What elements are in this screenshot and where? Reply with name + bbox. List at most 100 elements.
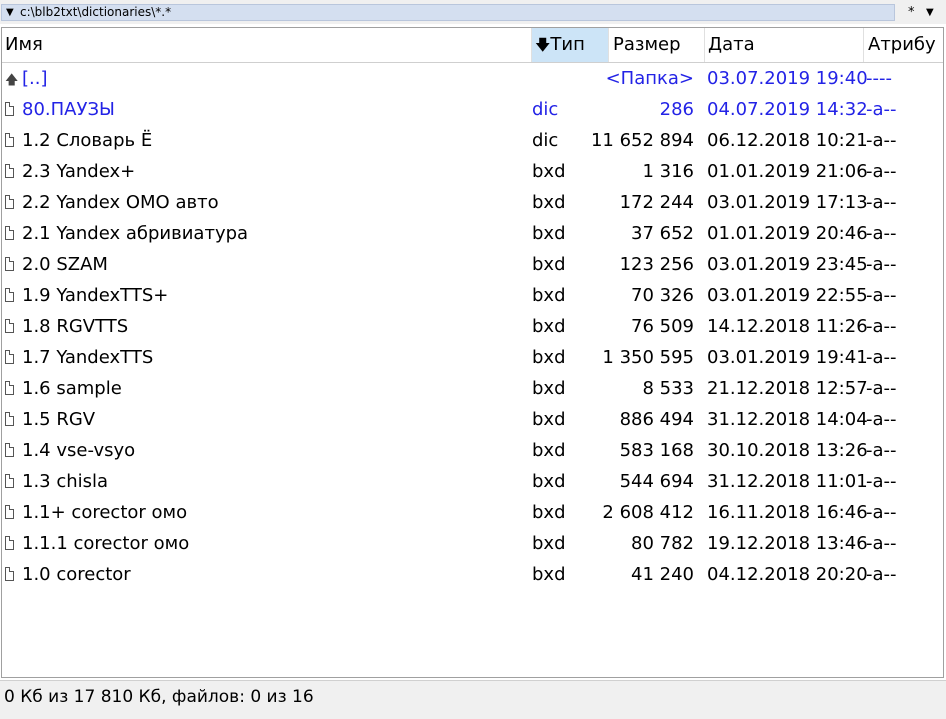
file-row[interactable]: 2.1 Yandex абривиатура bxd 37 652 01.01.201… bbox=[2, 218, 943, 249]
file-name: 1.1.1 corector омо bbox=[22, 533, 190, 554]
column-header-type[interactable]: 🡇Тип bbox=[532, 28, 609, 62]
file-attr: -a-- bbox=[866, 192, 897, 213]
path-field[interactable]: ▼ c:\blb2txt\dictionaries\*.* bbox=[1, 4, 895, 21]
file-type: bxd bbox=[532, 316, 566, 337]
up-folder-icon: 🡅 bbox=[5, 73, 19, 88]
file-date: 01.01.2019 20:46 bbox=[707, 223, 868, 244]
file-attr: -a-- bbox=[866, 564, 897, 585]
file-size: 1 316 bbox=[642, 161, 694, 182]
column-header-size[interactable]: Размер bbox=[609, 28, 705, 62]
filter-dropdown[interactable]: * ▼ bbox=[898, 4, 946, 21]
file-row[interactable]: 2.3 Yandex+ bxd 1 316 01.01.2019 21:06 -a-- bbox=[2, 156, 943, 187]
file-row[interactable]: 2.0 SZAM bxd 123 256 03.01.2019 23:45 -a-- bbox=[2, 249, 943, 280]
column-header-date[interactable]: Дата bbox=[705, 28, 864, 62]
file-date: 21.12.2018 12:57 bbox=[707, 378, 868, 399]
file-type: bxd bbox=[532, 440, 566, 461]
file-type: bxd bbox=[532, 471, 566, 492]
file-type: bxd bbox=[532, 409, 566, 430]
file-row[interactable]: 1.8 RGVTTS bxd 76 509 14.12.2018 11:26 -a-- bbox=[2, 311, 943, 342]
status-text: 0 Кб из 17 810 Кб, файлов: 0 из 16 bbox=[4, 687, 314, 707]
file-date: 14.12.2018 11:26 bbox=[707, 316, 868, 337]
file-name: 1.3 chisla bbox=[22, 471, 109, 492]
arrow-down-icon: 🡇 bbox=[535, 36, 551, 54]
file-name: 2.2 Yandex OMO авто bbox=[22, 192, 219, 213]
file-icon bbox=[5, 342, 19, 373]
file-name: 2.0 SZAM bbox=[22, 254, 108, 275]
file-icon bbox=[5, 404, 19, 435]
file-row[interactable]: 1.9 YandexTTS+ bxd 70 326 03.01.2019 22:55-… bbox=[2, 280, 943, 311]
file-size: 11 652 894 bbox=[590, 130, 694, 151]
file-attr: -a-- bbox=[866, 316, 897, 337]
file-type: bxd bbox=[532, 502, 566, 523]
file-date: 31.12.2018 11:01 bbox=[707, 471, 868, 492]
file-row[interactable]: 1.1+ corector омо bxd 2 608 412 16.11.2018 … bbox=[2, 497, 943, 528]
file-date: 19.12.2018 13:46 bbox=[707, 533, 868, 554]
file-name: 2.3 Yandex+ bbox=[22, 161, 136, 182]
triangle-down-icon[interactable]: ▼ bbox=[926, 4, 934, 21]
file-name: 1.0 corector bbox=[22, 564, 131, 585]
file-type: bxd bbox=[532, 192, 566, 213]
filter-value: * bbox=[908, 5, 915, 20]
file-attr: -a-- bbox=[866, 130, 897, 151]
file-attr: -a-- bbox=[866, 161, 897, 182]
file-name: 1.9 YandexTTS+ bbox=[22, 285, 169, 306]
file-type: bxd bbox=[532, 223, 566, 244]
file-row[interactable]: 1.7 YandexTTS bxd 1 350 595 03.01.2019 19:4… bbox=[2, 342, 943, 373]
file-icon bbox=[5, 466, 19, 497]
file-row[interactable]: 1.3 chisla bxd 544 694 31.12.2018 11:01 -a-- bbox=[2, 466, 943, 497]
file-row[interactable]: 1.5 RGV bxd 886 494 31.12.2018 14:04 -a-- bbox=[2, 404, 943, 435]
file-icon bbox=[5, 187, 19, 218]
file-size: 172 244 bbox=[619, 192, 694, 213]
file-row[interactable]: 1.1.1 corector омо bxd 80 782 19.12.2018 13… bbox=[2, 528, 943, 559]
file-icon bbox=[5, 125, 19, 156]
file-size: 286 bbox=[659, 99, 694, 120]
file-size: 2 608 412 bbox=[602, 502, 694, 523]
file-name: 2.1 Yandex абривиатура bbox=[22, 223, 249, 244]
file-row[interactable]: 2.2 Yandex OMO авто bxd 172 244 03.01.2019 … bbox=[2, 187, 943, 218]
file-date: 06.12.2018 10:21 bbox=[707, 130, 868, 151]
file-attr: ---- bbox=[866, 68, 892, 89]
status-bar: 0 Кб из 17 810 Кб, файлов: 0 из 16 bbox=[0, 680, 946, 719]
file-name: 80.ПАУЗЫ bbox=[22, 99, 115, 120]
triangle-down-icon[interactable]: ▼ bbox=[6, 5, 14, 20]
file-icon bbox=[5, 497, 19, 528]
file-row[interactable]: 1.4 vse-vsyo bxd 583 168 30.10.2018 13:26 -a… bbox=[2, 435, 943, 466]
file-name: 1.7 YandexTTS bbox=[22, 347, 154, 368]
file-size: <Папка> bbox=[605, 68, 694, 89]
file-size: 41 240 bbox=[631, 564, 694, 585]
file-list: 🡅 [..] <Папка> 03.07.2019 19:40 ---- 80.ПАУЗЫ… bbox=[2, 63, 943, 590]
file-row[interactable]: 1.0 corector bxd 41 240 04.12.2018 20:20 -a-… bbox=[2, 559, 943, 590]
file-icon bbox=[5, 559, 19, 590]
column-header-name[interactable]: Имя bbox=[2, 28, 532, 62]
file-icon bbox=[5, 156, 19, 187]
file-attr: -a-- bbox=[866, 409, 897, 430]
file-attr: -a-- bbox=[866, 347, 897, 368]
file-icon bbox=[5, 528, 19, 559]
file-icon bbox=[5, 311, 19, 342]
file-name: 1.4 vse-vsyo bbox=[22, 440, 136, 461]
file-row[interactable]: 1.2 Словарь Ё dic 11 652 894 06.12.2018 10:… bbox=[2, 125, 943, 156]
file-attr: -a-- bbox=[866, 223, 897, 244]
file-date: 04.07.2019 14:32 bbox=[707, 99, 868, 120]
file-type: dic bbox=[532, 99, 559, 120]
column-header-attr[interactable]: Атрибу bbox=[864, 28, 943, 62]
file-row[interactable]: 1.6 sample bxd 8 533 21.12.2018 12:57 -a-- bbox=[2, 373, 943, 404]
parent-dir-row[interactable]: 🡅 [..] <Папка> 03.07.2019 19:40 ---- bbox=[2, 63, 943, 94]
file-date: 01.01.2019 21:06 bbox=[707, 161, 868, 182]
file-date: 03.01.2019 22:55 bbox=[707, 285, 868, 306]
file-date: 04.12.2018 20:20 bbox=[707, 564, 868, 585]
file-type: bxd bbox=[532, 161, 566, 182]
file-row[interactable]: 80.ПАУЗЫ dic 286 04.07.2019 14:32 -a-- bbox=[2, 94, 943, 125]
file-attr: -a-- bbox=[866, 502, 897, 523]
file-panel: Имя 🡇Тип Размер Дата Атрибу 🡅 [..] <Папка>… bbox=[1, 27, 944, 678]
file-size: 1 350 595 bbox=[602, 347, 694, 368]
file-size: 886 494 bbox=[619, 409, 694, 430]
file-type: bxd bbox=[532, 564, 566, 585]
file-icon bbox=[5, 280, 19, 311]
file-attr: -a-- bbox=[866, 440, 897, 461]
file-date: 03.01.2019 23:45 bbox=[707, 254, 868, 275]
file-icon bbox=[5, 218, 19, 249]
file-date: 03.07.2019 19:40 bbox=[707, 68, 868, 89]
file-attr: -a-- bbox=[866, 254, 897, 275]
file-icon bbox=[5, 435, 19, 466]
